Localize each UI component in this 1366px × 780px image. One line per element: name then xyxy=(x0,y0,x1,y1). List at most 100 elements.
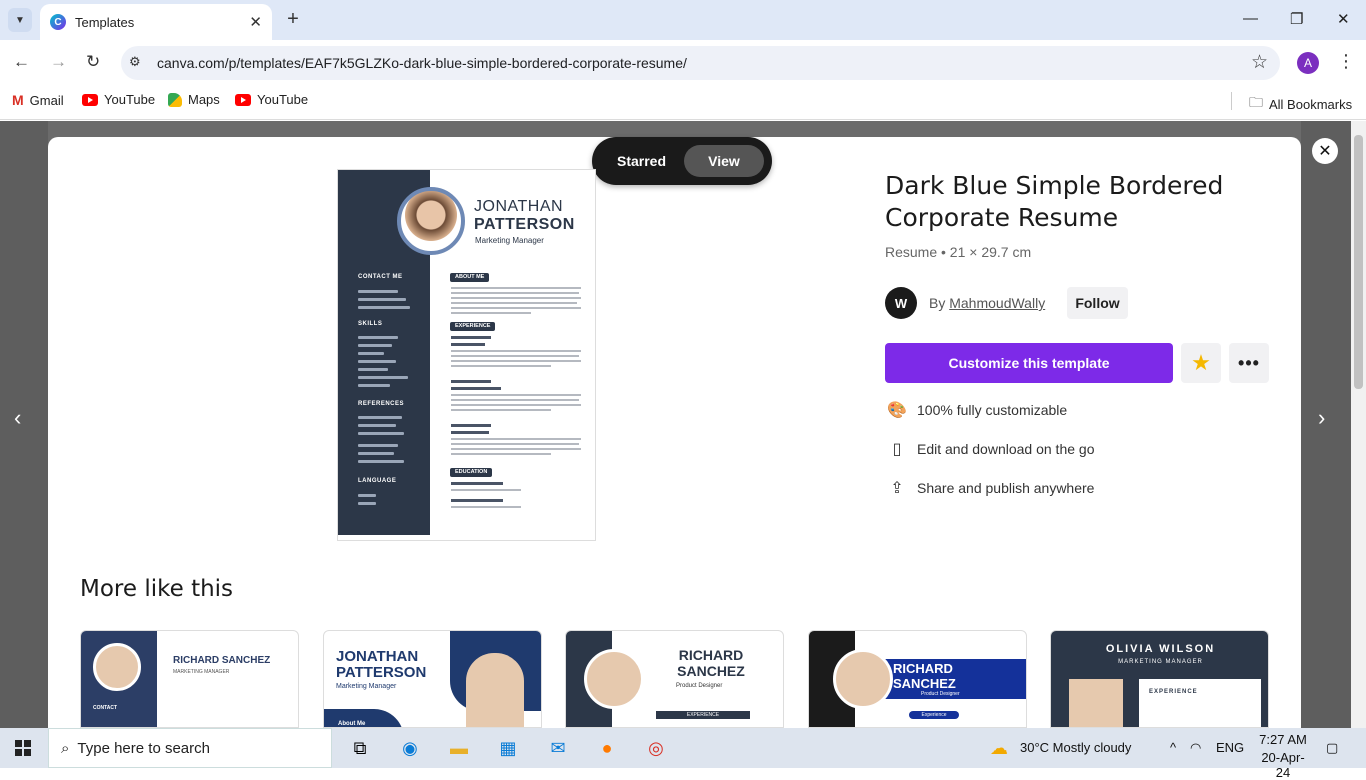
resume-text-line xyxy=(451,292,579,294)
resume-job-title xyxy=(451,336,491,339)
taskbar-search[interactable]: ⌕ Type here to search xyxy=(48,728,332,768)
taskbar-search-placeholder: Type here to search xyxy=(77,739,210,757)
resume-section-contact: CONTACT ME xyxy=(358,274,403,280)
thumb-role: MARKETING MANAGER xyxy=(173,669,230,675)
author-avatar[interactable]: W xyxy=(885,287,917,319)
resume-text-line xyxy=(451,409,551,411)
thumb-tag: CONTACT xyxy=(93,705,118,711)
template-thumbnail[interactable]: RICHARD SANCHEZ MARKETING MANAGER CONTAC… xyxy=(80,630,299,728)
share-icon: ⇪ xyxy=(890,480,904,497)
template-thumbnail[interactable]: RICHARD SANCHEZ Product Designer EXPERIE… xyxy=(565,630,784,728)
feature-share: ⇪ Share and publish anywhere xyxy=(887,478,1094,498)
gmail-icon: M xyxy=(12,92,24,108)
address-bar[interactable]: ⚙ canva.com/p/templates/EAF7k5GLZKo-dark… xyxy=(121,46,1280,80)
bookmark-star-icon[interactable]: ☆ xyxy=(1251,51,1268,74)
task-view-icon[interactable]: ⧉ xyxy=(347,736,373,760)
feature-mobile: ▯ Edit and download on the go xyxy=(887,439,1095,459)
feature-text: Edit and download on the go xyxy=(917,441,1095,457)
bookmark-gmail[interactable]: M Gmail xyxy=(12,92,64,108)
resume-text-line xyxy=(358,376,408,379)
resume-text-line xyxy=(358,502,376,505)
resume-text-line xyxy=(358,360,396,363)
more-options-button[interactable]: ••• xyxy=(1229,343,1269,383)
starred-tab[interactable]: Starred xyxy=(617,153,666,169)
site-settings-icon[interactable]: ⚙ xyxy=(129,54,141,70)
resume-text-line xyxy=(358,290,398,293)
customize-template-button[interactable]: Customize this template xyxy=(885,343,1173,383)
feature-text: Share and publish anywhere xyxy=(917,480,1095,496)
language-indicator[interactable]: ENG xyxy=(1216,740,1244,755)
wifi-icon[interactable]: ◠ xyxy=(1190,740,1201,756)
phone-icon: ▯ xyxy=(892,441,902,458)
feature-customizable: 🎨 100% fully customizable xyxy=(887,400,1067,420)
firefox-icon[interactable]: ● xyxy=(594,736,620,760)
bookmark-maps[interactable]: Maps xyxy=(168,92,220,107)
previous-template-arrow-icon[interactable]: ‹ xyxy=(14,405,21,431)
tab-search-dropdown-button[interactable]: ▼ xyxy=(8,8,32,32)
bookmark-youtube[interactable]: YouTube xyxy=(82,92,155,107)
resume-text-line xyxy=(358,384,390,387)
profile-avatar[interactable]: A xyxy=(1297,52,1319,74)
star-favorite-button[interactable]: ★ xyxy=(1181,343,1221,383)
thumb-tag: EXPERIENCE xyxy=(1149,689,1198,695)
resume-preview[interactable]: JONATHAN PATTERSON Marketing Manager CONT… xyxy=(337,169,596,541)
notifications-icon[interactable]: ▢ xyxy=(1326,740,1338,756)
next-template-arrow-icon[interactable]: › xyxy=(1318,405,1325,431)
scrollbar-thumb[interactable] xyxy=(1354,135,1363,389)
bookmark-label: Gmail xyxy=(29,92,64,108)
weather-text[interactable]: 30°C Mostly cloudy xyxy=(1020,740,1131,755)
clock[interactable]: 7:27 AM 20-Apr-24 xyxy=(1256,732,1310,780)
resume-text-line xyxy=(358,344,392,347)
resume-text-line xyxy=(358,298,406,301)
forward-button[interactable]: → xyxy=(50,52,67,72)
file-explorer-icon[interactable]: ▬ xyxy=(446,736,472,760)
bookmark-youtube-2[interactable]: YouTube xyxy=(235,92,308,107)
resume-text-line xyxy=(358,336,398,339)
view-tab[interactable]: View xyxy=(684,145,764,177)
page-scrollbar[interactable] xyxy=(1351,121,1366,728)
restore-window-icon[interactable]: ❐ xyxy=(1290,10,1303,28)
bookmarks-bar: M Gmail YouTube Maps YouTube 🗀 All Bookmar… xyxy=(0,86,1366,120)
windows-start-icon[interactable] xyxy=(10,736,36,760)
maps-icon xyxy=(168,92,182,107)
thumb-name: JONATHAN PATTERSON xyxy=(336,648,427,681)
template-thumbnail[interactable]: JONATHAN PATTERSON Marketing Manager Abo… xyxy=(323,630,542,728)
chrome-icon[interactable]: ◎ xyxy=(643,736,669,760)
all-bookmarks-button[interactable]: 🗀 All Bookmarks xyxy=(1249,92,1352,116)
reload-button[interactable]: ↻ xyxy=(86,52,100,72)
author-link[interactable]: MahmoudWally xyxy=(949,295,1045,311)
resume-text-line xyxy=(451,448,581,450)
back-button[interactable]: ← xyxy=(13,52,30,72)
thumb-role: MARKETING MANAGER xyxy=(1118,659,1203,665)
template-thumbnail[interactable]: RICHARD SANCHEZ Product Designer Experie… xyxy=(808,630,1027,728)
browser-menu-icon[interactable]: ⋮ xyxy=(1337,51,1355,72)
follow-button[interactable]: Follow xyxy=(1067,287,1128,319)
resume-section-about: ABOUT ME xyxy=(450,273,490,282)
mail-icon[interactable]: ✉ xyxy=(545,736,571,760)
resume-text-line xyxy=(358,416,402,419)
edge-icon[interactable]: ◉ xyxy=(397,736,423,760)
resume-text-line xyxy=(451,302,577,304)
tab-templates[interactable]: C Templates ✕ xyxy=(40,4,272,40)
windows-taskbar: ⌕ Type here to search ⧉ ◉ ▬ ▦ ✉ ● ◎ ☁ 30°… xyxy=(0,728,1366,780)
tray-chevron-up-icon[interactable]: ^ xyxy=(1170,740,1176,755)
close-window-icon[interactable]: ✕ xyxy=(1337,10,1350,28)
resume-text-line xyxy=(451,404,581,406)
new-tab-button[interactable]: + xyxy=(283,8,303,31)
resume-text-line xyxy=(358,432,404,435)
youtube-icon xyxy=(235,93,251,106)
chevron-down-icon: ▼ xyxy=(15,14,25,26)
close-tab-icon[interactable]: ✕ xyxy=(249,13,262,31)
weather-icon: ☁ xyxy=(990,737,1008,758)
resume-photo xyxy=(397,187,465,255)
store-icon[interactable]: ▦ xyxy=(495,736,521,760)
template-thumbnail[interactable]: OLIVIA WILSON MARKETING MANAGER EXPERIEN… xyxy=(1050,630,1269,728)
thumb-role: Product Designer xyxy=(921,691,960,697)
minimize-window-icon[interactable]: — xyxy=(1243,10,1258,27)
resume-text-line xyxy=(451,443,579,445)
dimmed-right-content xyxy=(1301,121,1351,728)
resume-text-line xyxy=(358,424,396,427)
resume-last-name: PATTERSON xyxy=(474,216,575,233)
thumb-photo xyxy=(833,649,893,709)
close-modal-button[interactable]: ✕ xyxy=(1312,138,1338,164)
